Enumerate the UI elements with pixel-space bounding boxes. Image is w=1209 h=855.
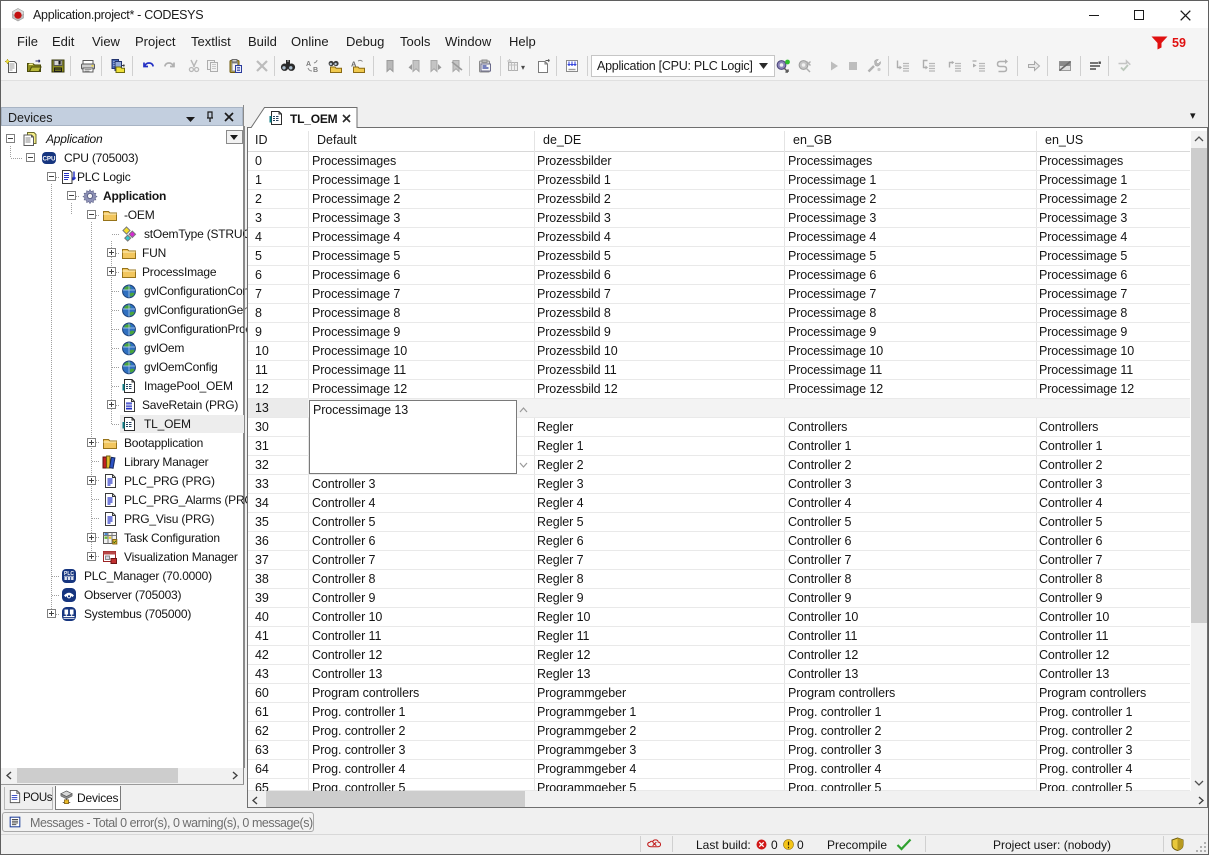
svg-text:B: B <box>313 67 318 74</box>
svg-text:A: A <box>306 61 311 68</box>
svg-text:CPU: CPU <box>42 155 56 162</box>
